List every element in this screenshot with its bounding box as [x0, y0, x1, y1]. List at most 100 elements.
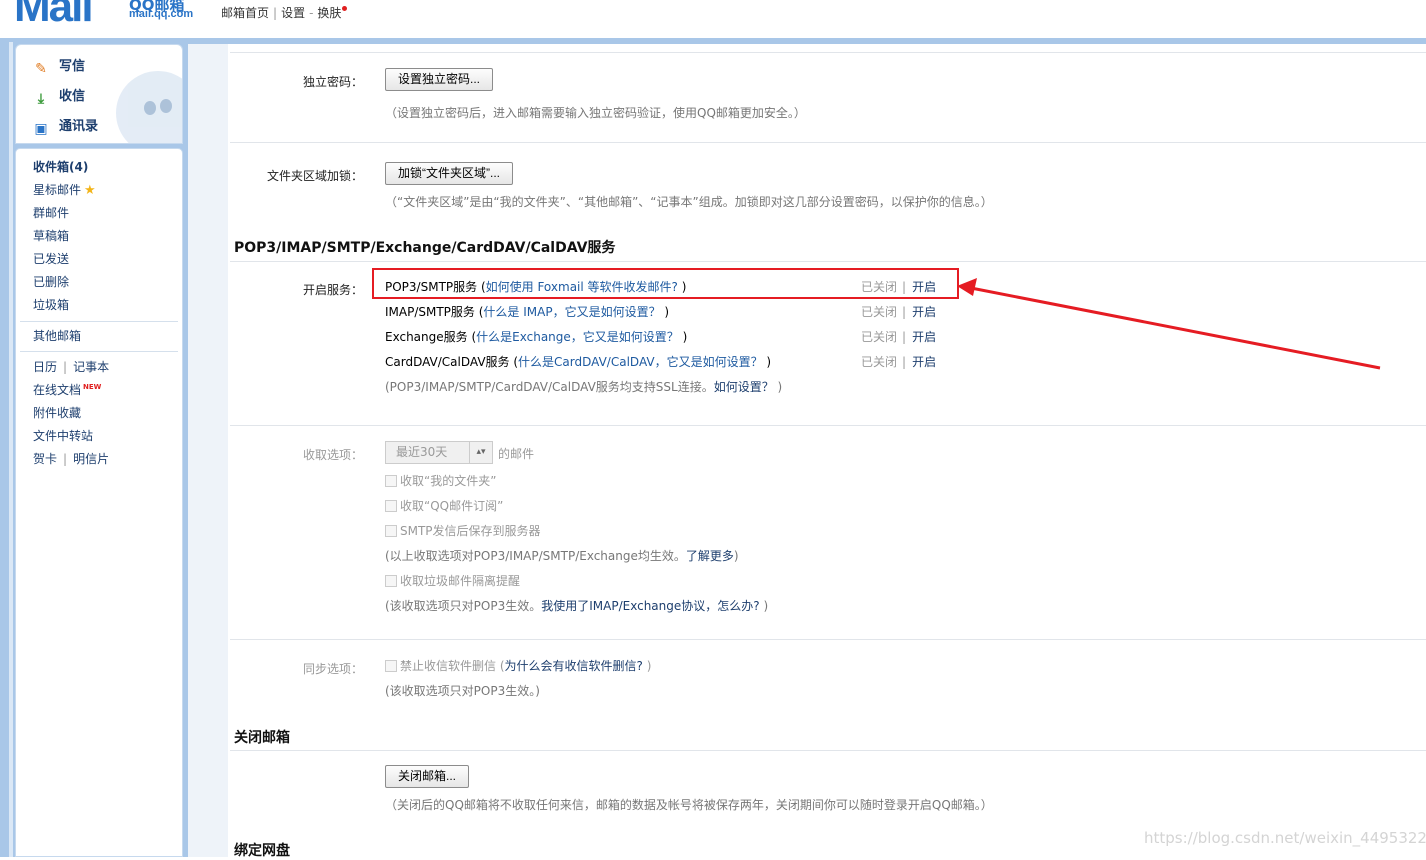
folder-group[interactable]: 群邮件	[33, 204, 69, 221]
receive-range-suffix: 的邮件	[498, 447, 535, 461]
calendar-notes-row: 日历 | 记事本	[33, 358, 109, 375]
nav-skin-link[interactable]: 换肤	[317, 6, 341, 20]
receive-range-value: 最近30天	[396, 445, 448, 459]
service-exchange: Exchange服务 (什么是Exchange，它又是如何设置？ )	[385, 328, 687, 345]
status-text: 已关闭	[861, 355, 898, 369]
section-divider	[230, 639, 1426, 640]
ssl-hint-end: )	[773, 380, 783, 394]
separator: |	[902, 355, 907, 369]
logo-domain: mail.qq.com	[129, 8, 194, 20]
hint-end: )	[759, 599, 769, 613]
folder-lock-button[interactable]: 加锁“文件夹区域”...	[385, 162, 513, 185]
section-divider	[230, 261, 1426, 262]
imap-exchange-help-link[interactable]: 我使用了IMAP/Exchange协议，怎么办?	[541, 599, 759, 613]
paren: (	[509, 355, 519, 369]
folder-inbox[interactable]: 收件箱(4)	[33, 158, 88, 175]
sync-hint: (该收取选项只对POP3生效。)	[385, 684, 540, 698]
section-divider	[230, 750, 1426, 751]
hint-text: (以上收取选项对POP3/IMAP/SMTP/Exchange均生效。	[385, 549, 686, 563]
option-label: 收取垃圾邮件隔离提醒	[400, 574, 521, 588]
checkbox[interactable]	[385, 500, 397, 512]
compose-label: 写信	[59, 59, 86, 74]
service-carddav-status: 已关闭 | 开启	[861, 353, 936, 370]
inbox-receive-button[interactable]: ⤓ 收信	[32, 85, 85, 107]
checkbox[interactable]	[385, 475, 397, 487]
smtp-save-sent-option[interactable]: SMTP发信后保存到服务器	[385, 522, 541, 539]
paren: (	[496, 659, 505, 673]
notes-link[interactable]: 记事本	[73, 360, 109, 374]
option-label: SMTP发信后保存到服务器	[400, 524, 541, 538]
attachments-link[interactable]: 附件收藏	[33, 404, 81, 421]
sidebar-divider	[20, 351, 178, 352]
sidebar-divider	[20, 321, 178, 322]
receive-hint-2: (该收取选项只对POP3生效。我使用了IMAP/Exchange协议，怎么办? …	[385, 597, 768, 614]
contacts-button[interactable]: ▣ 通讯录	[32, 115, 98, 137]
watermark: https://blog.csdn.net/weixin_44953227	[1144, 829, 1426, 847]
bind-drive-heading: 绑定网盘	[234, 843, 290, 859]
folder-other-mailboxes[interactable]: 其他邮箱	[33, 327, 81, 344]
hint-end: )	[733, 549, 739, 563]
greeting-cards-link[interactable]: 贺卡	[33, 452, 57, 466]
nav-settings-link[interactable]: 设置	[281, 6, 305, 20]
hint-text: (该收取选项只对POP3生效。	[385, 599, 542, 613]
password-hint: （设置独立密码后，进入邮箱需要输入独立密码验证，使用QQ邮箱更加安全。）	[385, 106, 806, 120]
separator: |	[63, 452, 68, 466]
why-delete-help-link[interactable]: 为什么会有收信软件删信?	[505, 659, 643, 673]
receive-my-folders-option[interactable]: 收取“我的文件夹”	[385, 472, 496, 489]
folder-starred-label: 星标邮件	[33, 183, 82, 197]
checkbox[interactable]	[385, 575, 397, 587]
ssl-howto-link[interactable]: 如何设置？	[714, 380, 774, 394]
option-label: 收取“我的文件夹”	[400, 474, 497, 488]
frame-edge	[9, 42, 13, 857]
contact-card-icon: ▣	[34, 121, 48, 137]
paren: )	[642, 659, 652, 673]
section-divider	[230, 425, 1426, 426]
folder-deleted[interactable]: 已删除	[33, 273, 69, 290]
checkbox[interactable]	[385, 660, 397, 672]
select-arrows-icon: ▴▾	[469, 442, 492, 463]
option-label: 收取“QQ邮件订阅”	[400, 499, 504, 513]
folder-junk[interactable]: 垃圾箱	[33, 296, 69, 313]
calendar-link[interactable]: 日历	[33, 360, 57, 374]
folder-starred[interactable]: 星标邮件 ★	[33, 181, 96, 198]
postcards-link[interactable]: 明信片	[73, 452, 109, 466]
folder-sidebar: 收件箱(4) 星标邮件 ★ 群邮件 草稿箱 已发送 已删除 垃圾箱 其他邮箱 日历…	[15, 148, 183, 857]
file-transfer-link[interactable]: 文件中转站	[33, 427, 93, 444]
set-password-button[interactable]: 设置独立密码...	[385, 68, 494, 91]
nav-dash: -	[309, 6, 314, 20]
receive-range-select[interactable]: 最近30天 ▴▾	[385, 441, 493, 464]
paren: )	[762, 355, 772, 369]
receive-options-label: 收取选项：	[302, 448, 363, 462]
enable-exchange-link[interactable]: 开启	[912, 330, 936, 344]
new-badge: NEW	[83, 383, 102, 391]
star-icon: ★	[84, 183, 96, 198]
service-imap-status: 已关闭 | 开启	[861, 303, 936, 320]
option-label: 禁止收信软件删信	[400, 659, 497, 673]
junk-isolation-option[interactable]: 收取垃圾邮件隔离提醒	[385, 572, 520, 589]
service-name: CardDAV/CalDAV服务	[385, 355, 510, 369]
service-help-link[interactable]: 什么是CardDAV/CalDAV，它又是如何设置？	[518, 355, 763, 369]
enable-carddav-link[interactable]: 开启	[912, 355, 936, 369]
receive-subscriptions-option[interactable]: 收取“QQ邮件订阅”	[385, 497, 503, 514]
quick-actions-panel: ✎ 写信 ⤓ 收信 ▣ 通讯录	[15, 44, 183, 144]
service-help-link[interactable]: 什么是 IMAP，它又是如何设置？	[483, 305, 660, 319]
top-nav: 邮箱首页 | 设置 - 换肤	[221, 4, 348, 21]
online-docs-link[interactable]: 在线文档 NEW	[33, 381, 101, 398]
highlight-box	[372, 268, 959, 299]
top-bar: Mail QQ邮箱 mail.qq.com 邮箱首页 | 设置 - 换肤	[0, 0, 1426, 38]
folder-sent[interactable]: 已发送	[33, 250, 69, 267]
services-label: 开启服务：	[302, 283, 363, 297]
folder-drafts[interactable]: 草稿箱	[33, 227, 69, 244]
contacts-label: 通讯录	[59, 119, 99, 134]
logo-mark[interactable]: Mail	[14, 0, 94, 32]
nav-home-link[interactable]: 邮箱首页	[221, 6, 269, 20]
close-mailbox-button[interactable]: 关闭邮箱...	[385, 765, 470, 788]
learn-more-link[interactable]: 了解更多	[686, 549, 734, 563]
receive-label: 收信	[59, 89, 86, 104]
checkbox[interactable]	[385, 525, 397, 537]
service-help-link[interactable]: 什么是Exchange，它又是如何设置？	[476, 330, 679, 344]
compose-button[interactable]: ✎ 写信	[32, 55, 85, 77]
status-text: 已关闭	[861, 305, 898, 319]
prevent-client-delete-option[interactable]: 禁止收信软件删信 (为什么会有收信软件删信? )	[385, 657, 651, 674]
enable-imap-link[interactable]: 开启	[912, 305, 936, 319]
